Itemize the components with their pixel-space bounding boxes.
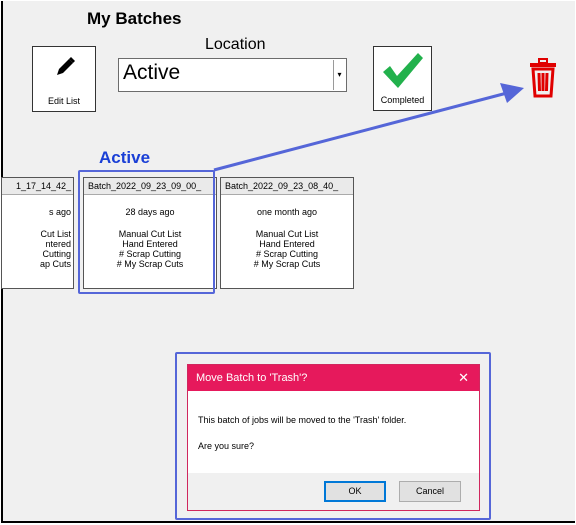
dialog-question: Are you sure? — [198, 441, 255, 451]
location-label: Location — [205, 36, 266, 53]
location-select-value: Active — [123, 61, 181, 84]
selection-highlight — [78, 170, 215, 294]
batch-card[interactable]: Batch_2022_09_23_08_40_ one month ago Ma… — [220, 177, 354, 289]
close-icon[interactable]: ✕ — [458, 365, 469, 391]
batch-card-line: Cut List — [40, 229, 71, 239]
batch-card-age: s ago — [48, 207, 71, 217]
ok-button[interactable]: OK — [324, 481, 386, 502]
pencil-icon — [57, 57, 75, 75]
batch-card-title: 1_17_14_42_ — [2, 178, 73, 195]
batch-card-line: Manual Cut List — [255, 229, 319, 239]
dialog-title-bar: Move Batch to 'Trash'? ✕ — [188, 365, 479, 391]
batch-card-age: one month ago — [256, 207, 318, 217]
trash-icon[interactable] — [529, 58, 557, 98]
batch-card-title: Batch_2022_09_23_08_40_ — [221, 178, 353, 195]
batch-card-line: Hand Entered — [259, 239, 315, 249]
location-select[interactable]: Active ▾ — [118, 58, 347, 92]
chevron-down-icon[interactable]: ▾ — [333, 60, 345, 90]
active-section-heading: Active — [99, 148, 151, 167]
batch-card-line: ntered — [45, 239, 71, 249]
batch-card-line: # My Scrap Cuts — [253, 259, 321, 269]
batch-card-line: # Scrap Cutting — [255, 249, 319, 259]
dialog-footer: OK Cancel — [188, 473, 479, 510]
confirm-dialog: Move Batch to 'Trash'? ✕ This batch of j… — [187, 364, 480, 511]
edit-list-button[interactable]: Edit List — [32, 46, 96, 112]
completed-button[interactable]: Completed — [373, 46, 432, 111]
completed-label: Completed — [380, 95, 425, 105]
cancel-button[interactable]: Cancel — [399, 481, 461, 502]
batches-panel: My Batches Location Edit List Active ▾ C… — [1, 1, 575, 523]
page-title: My Batches — [87, 9, 182, 28]
checkmark-icon — [383, 53, 423, 88]
dialog-title: Move Batch to 'Trash'? — [196, 372, 308, 384]
batch-card[interactable]: 1_17_14_42_ s ago Cut List ntered Cuttin… — [1, 177, 74, 289]
batch-card-line: ap Cuts — [39, 259, 71, 269]
batch-card-line: Cutting — [42, 249, 71, 259]
dialog-message: This batch of jobs will be moved to the … — [198, 415, 407, 425]
edit-list-label: Edit List — [47, 96, 80, 106]
